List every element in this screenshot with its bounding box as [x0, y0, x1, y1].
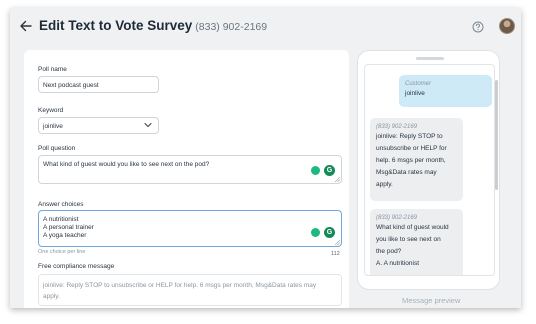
poll-text-line: A. A nutritionist	[376, 260, 419, 267]
page-title: Edit Text to Vote Survey (833) 902-2169	[39, 18, 267, 33]
header-phone-number: (833) 902-2169	[195, 21, 268, 33]
chevron-down-icon	[144, 122, 152, 128]
compliance-line: joinlive: Reply STOP to unsubscribe or H…	[43, 282, 317, 289]
answer-choices-list: A nutritionist A personal trainer A yoga…	[43, 216, 94, 240]
answer-choices-textarea[interactable]: A nutritionist A personal trainer A yoga…	[38, 210, 342, 247]
message-thread[interactable]: Customer joinlive (833) 902-2169 joinliv…	[364, 64, 495, 276]
question-circle-icon[interactable]	[472, 21, 484, 33]
poll-form: Poll name Next podcast guest Keyword joi…	[24, 50, 349, 308]
keyword-selected-value: joinlive	[43, 123, 63, 130]
poll-question-label: Poll question	[38, 145, 76, 152]
poll-text-line: the pod?	[376, 248, 402, 255]
customer-message-text: joinlive	[405, 90, 425, 97]
compliance-message-box: joinlive: Reply STOP to unsubscribe or H…	[38, 274, 342, 306]
resize-handle-icon[interactable]	[335, 177, 340, 182]
poll-question-textarea[interactable]: What kind of guest would you like to see…	[38, 155, 342, 184]
preview-scrollbar[interactable]	[495, 80, 498, 190]
arrow-left-icon[interactable]	[19, 19, 33, 33]
reply-text-line: joinlive: Reply STOP to	[376, 133, 443, 140]
poll-name-input[interactable]: Next podcast guest	[38, 76, 159, 93]
poll-question-value: What kind of guest would you like to see…	[43, 161, 210, 168]
reply-text-line: apply.	[376, 181, 393, 188]
answer-choice-line: A nutritionist	[43, 216, 79, 223]
customer-sender-label: Customer	[405, 81, 432, 87]
reply-sender-label: (833) 902-2169	[376, 124, 418, 130]
lightbulb-icon[interactable]	[311, 228, 320, 237]
app-window: Edit Text to Vote Survey (833) 902-2169 P…	[10, 8, 521, 308]
keyword-select[interactable]: joinlive	[38, 117, 159, 134]
phone-speaker	[416, 57, 444, 60]
message-preview-label: Message preview	[402, 296, 461, 305]
answer-choices-hint: One choice per line	[38, 249, 86, 255]
poll-text-line: you like to see next on	[376, 236, 441, 243]
reply-sender-label: (833) 902-2169	[376, 215, 418, 221]
reply-text-line: help. 6 msgs per month,	[376, 157, 446, 164]
phone-preview: Customer joinlive (833) 902-2169 joinliv…	[357, 50, 500, 290]
page-title-text: Edit Text to Vote Survey	[39, 18, 193, 33]
reply-text-line: unsubscribe or HELP for	[376, 145, 447, 152]
compliance-line: apply.	[43, 293, 60, 300]
page-header: Edit Text to Vote Survey (833) 902-2169	[10, 8, 521, 48]
answer-choices-label: Answer choices	[38, 201, 84, 208]
lightbulb-icon[interactable]	[311, 166, 320, 175]
poll-name-label: Poll name	[38, 66, 67, 73]
resize-handle-icon[interactable]	[335, 240, 340, 245]
poll-text-line: What kind of guest would	[376, 224, 449, 231]
character-count: 112	[331, 251, 340, 257]
user-avatar[interactable]	[499, 18, 515, 34]
compliance-label: Free compliance message	[38, 263, 115, 270]
compliance-message: joinlive: Reply STOP to unsubscribe or H…	[43, 280, 316, 302]
reply-bubble: (833) 902-2169 joinlive: Reply STOP to u…	[370, 118, 463, 201]
poll-question-bubble: (833) 902-2169 What kind of guest would …	[370, 209, 463, 275]
answer-choice-line: A personal trainer	[43, 224, 94, 231]
keyword-label: Keyword	[38, 107, 64, 114]
grammarly-g-icon[interactable]: G	[324, 227, 335, 238]
poll-name-value: Next podcast guest	[43, 82, 99, 89]
reply-text-line: Msg&Data rates may	[376, 169, 437, 176]
grammarly-g-icon[interactable]: G	[324, 165, 335, 176]
answer-choice-line: A yoga teacher	[43, 232, 87, 239]
customer-message-bubble: Customer joinlive	[399, 75, 492, 107]
